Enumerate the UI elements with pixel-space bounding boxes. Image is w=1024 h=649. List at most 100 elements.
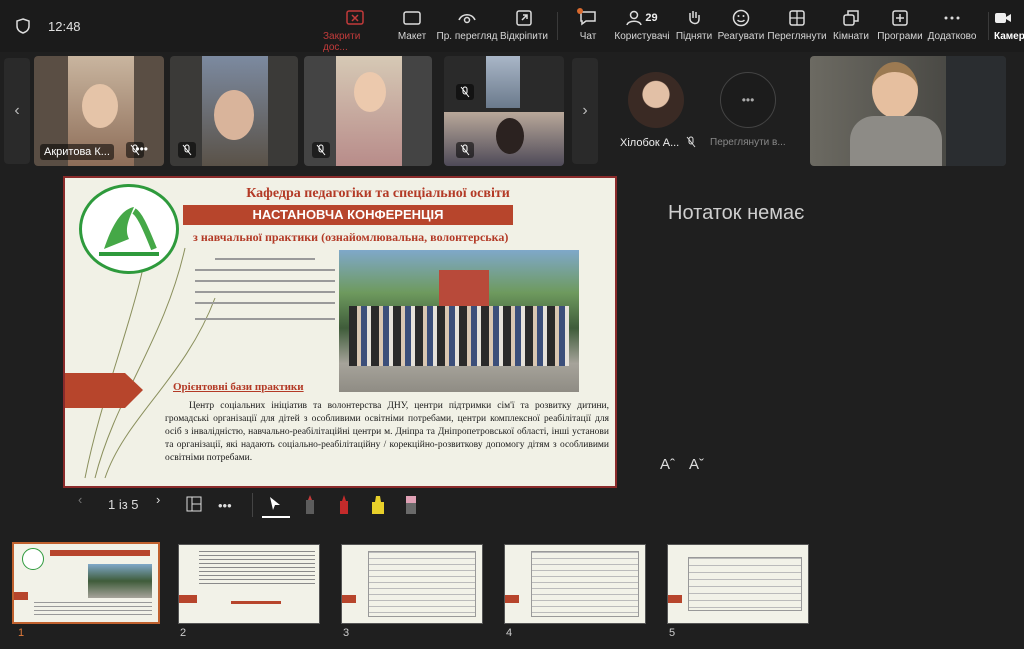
preview-icon: [458, 14, 476, 24]
thumb-text: [199, 551, 315, 585]
slide-thumbnail-4[interactable]: [504, 544, 646, 624]
slide-number: 5: [669, 627, 676, 639]
pointer-icon: [270, 497, 280, 510]
thumb-banner: [50, 550, 150, 556]
mic-muted-icon: [456, 84, 474, 100]
grid-view-icon: [186, 496, 202, 512]
participant-more-icon[interactable]: •••: [135, 142, 148, 156]
participant-tile[interactable]: Акритова К... •••: [34, 56, 164, 166]
thumb-arrow: [505, 595, 519, 603]
participant-name: Хілобок А...: [620, 137, 680, 149]
font-increase-button[interactable]: Aˆ: [660, 456, 675, 473]
chevron-left-icon: ‹: [78, 492, 83, 507]
gallery-next-button[interactable]: ›: [572, 58, 598, 164]
slide-thumbnail-5[interactable]: [667, 544, 809, 624]
slide-thumbnail-3[interactable]: [341, 544, 483, 624]
red-pen-button[interactable]: [337, 494, 351, 519]
previous-slide-button[interactable]: ‹: [78, 492, 82, 507]
laser-tool-button[interactable]: [303, 494, 317, 519]
grid-view-button[interactable]: [186, 496, 202, 515]
rooms-icon: [843, 10, 859, 26]
participant-face: [354, 72, 386, 112]
preview-button[interactable]: Пр. перегляд: [435, 8, 499, 42]
toolbar-divider: [988, 12, 989, 40]
more-icon: [944, 16, 960, 20]
slide-thumbnail-1[interactable]: [12, 542, 160, 624]
highlighter-button[interactable]: [370, 494, 386, 519]
camera-button[interactable]: Камера: [994, 8, 1024, 42]
slide-body-text: Центр соціальних ініціатив та волонтерст…: [165, 401, 609, 463]
mic-muted-icon: [312, 142, 330, 158]
more-icon: •••: [741, 93, 755, 107]
view-more-button[interactable]: •••: [720, 72, 776, 128]
participant-face: [496, 118, 524, 154]
apps-icon: [892, 10, 908, 26]
meeting-timer: 12:48: [48, 18, 81, 34]
thumb-arrow: [14, 592, 28, 600]
shield-icon: [16, 18, 30, 34]
shared-slide: Кафедра педагогіки та спеціальної освіти…: [63, 176, 617, 488]
stop-sharing-button[interactable]: Закрити дос...: [323, 8, 387, 53]
avatar[interactable]: [628, 72, 684, 128]
pointer-tool-button[interactable]: [268, 496, 282, 515]
thumb-logo: [22, 548, 44, 570]
view-icon: [789, 10, 805, 26]
chevron-right-icon: ›: [582, 102, 588, 119]
next-slide-button[interactable]: ›: [156, 492, 160, 507]
thumb-table: [688, 557, 802, 611]
popout-icon: [516, 10, 532, 26]
eraser-icon: [406, 496, 416, 514]
slide-banner: НАСТАНОВЧА КОНФЕРЕНЦІЯ: [183, 205, 513, 225]
layout-icon: [403, 11, 421, 25]
page-indicator: 1 із 5: [108, 497, 139, 512]
thumb-heading: [231, 601, 281, 604]
participant-name: Акритова К...: [40, 144, 114, 160]
slide-number: 2: [180, 627, 187, 639]
react-button[interactable]: Реагувати: [709, 8, 773, 42]
participant-tile[interactable]: [444, 56, 564, 166]
slide-subtitle: з навчальної практики (ознайомлювальна, …: [193, 230, 509, 244]
slide-number: 1: [18, 627, 25, 639]
presenter-face: [872, 62, 918, 118]
font-decrease-button[interactable]: Aˇ: [689, 456, 704, 473]
mic-muted-icon: [686, 136, 696, 148]
mic-muted-icon: [178, 142, 196, 158]
eraser-button[interactable]: [404, 494, 418, 519]
thumb-arrow: [179, 595, 197, 603]
more-options-button[interactable]: Додатково: [920, 8, 984, 42]
participant-tile[interactable]: [304, 56, 432, 166]
thumb-photo: [88, 564, 152, 598]
self-video[interactable]: [810, 56, 1006, 166]
laser-pointer-icon: [306, 495, 314, 514]
controls-divider: [252, 493, 253, 517]
presenter-body: [850, 116, 942, 166]
slide-thumbnail-2[interactable]: [178, 544, 320, 624]
group-photo: [339, 250, 579, 392]
slide-number: 4: [506, 627, 513, 639]
camera-icon: [995, 13, 1011, 23]
close-share-icon: [346, 10, 364, 25]
participant-face: [82, 84, 118, 128]
participant-count: 29: [645, 12, 658, 24]
gallery-prev-button[interactable]: ‹: [4, 58, 30, 164]
highlighter-icon: [372, 496, 384, 514]
department-logo: [79, 184, 179, 274]
thumb-arrow: [342, 595, 356, 603]
thumb-table: [368, 551, 476, 617]
background-shelf: [946, 56, 1006, 166]
view-more-label: Переглянути в...: [710, 137, 786, 148]
mic-muted-icon: [456, 142, 474, 158]
slide-more-button[interactable]: •••: [218, 498, 232, 513]
thumb-text: [34, 602, 152, 618]
popout-button[interactable]: Відкріпити: [492, 8, 556, 42]
people-icon: [626, 10, 643, 26]
document-snippet: [195, 254, 335, 344]
section-heading: Орієнтовні бази практики: [173, 381, 304, 393]
chevron-right-icon: ›: [156, 492, 161, 507]
chevron-left-icon: ‹: [14, 102, 20, 119]
thumb-table: [531, 551, 639, 617]
participant-video: [486, 56, 520, 108]
slide-number: 3: [343, 627, 350, 639]
participant-tile[interactable]: [170, 56, 298, 166]
slide-title: Кафедра педагогіки та спеціальної освіти: [246, 186, 510, 201]
